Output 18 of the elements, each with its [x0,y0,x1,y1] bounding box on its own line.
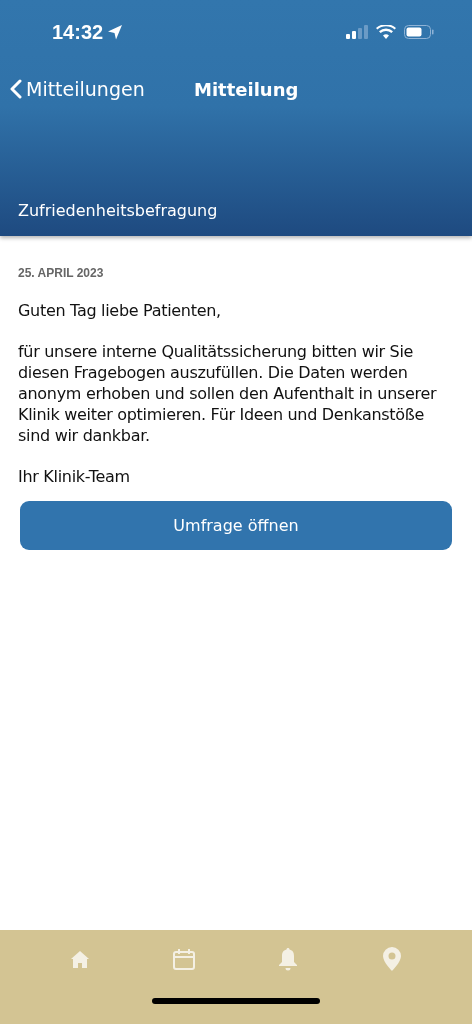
calendar-icon [173,948,195,970]
message-date: 25. APRIL 2023 [18,266,105,280]
chevron-left-icon [10,79,22,99]
message-paragraph: Guten Tag liebe Patienten, [18,300,222,321]
message-subject: Zufriedenheitsbefragung [18,201,219,220]
map-pin-icon [383,947,401,971]
bell-icon [278,947,298,971]
screen-title: Mitteilung [194,78,299,100]
location-arrow-icon [107,24,124,40]
status-time: 14:32 [52,20,104,44]
back-button[interactable]: Mitteilungen [10,78,145,100]
open-survey-button[interactable]: Umfrage öffnen [20,501,452,550]
wifi-icon [376,25,396,39]
message-paragraph: Ihr Klinik-Team [18,466,131,487]
home-icon [71,950,89,968]
battery-icon [404,25,434,39]
message-paragraph: für unsere interne Qualitätssicherung bitten wir Sie diesen Fragebogen auszufüllen. Die Daten werden anonym erhoben und sollen den Aufenthalt in unserer Klinik weiter optimieren. Für Ideen und Denkanstöße sind wir dankbar. [18,341,438,446]
signal-icon [346,25,368,39]
